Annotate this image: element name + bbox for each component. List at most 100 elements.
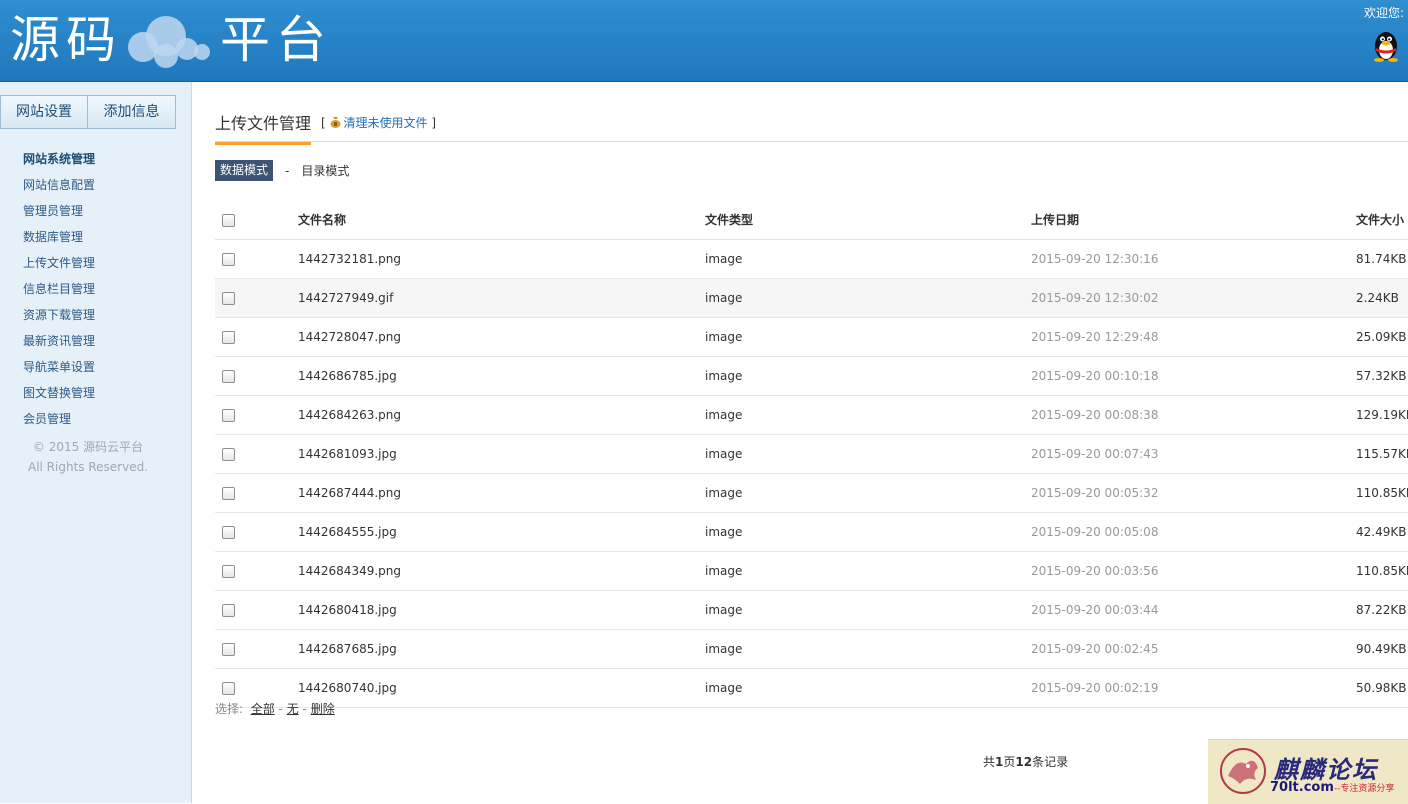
select-sep-1: - <box>278 702 283 716</box>
file-date: 2015-09-20 00:08:38 <box>1030 395 1355 435</box>
pager-page-unit: 页 <box>1003 755 1016 769</box>
sidebar-menu: 网站系统管理 网站信息配置 管理员管理 数据库管理 上传文件管理 信息栏目管理 … <box>23 146 95 432</box>
clean-unused-link[interactable]: 清理未使用文件 <box>344 116 428 130</box>
file-size: 81.74KB <box>1355 239 1408 279</box>
row-check-cell <box>215 395 297 435</box>
select-all-checkbox[interactable] <box>222 213 235 227</box>
file-type: image <box>704 473 1030 513</box>
pager-record-unit: 条记录 <box>1032 755 1069 769</box>
mode-directory-link[interactable]: 目录模式 <box>301 162 349 179</box>
row-check-cell <box>215 317 297 357</box>
table-row: 1442687444.png image 2015-09-20 00:05:32… <box>215 473 1408 513</box>
row-checkbox[interactable] <box>222 331 235 344</box>
title-bar: 上传文件管理 [ 清理未使用文件 ] <box>215 104 1408 145</box>
table-row: 1442680418.jpg image 2015-09-20 00:03:44… <box>215 590 1408 630</box>
header-cell-type: 文件类型 <box>704 200 1030 240</box>
row-checkbox[interactable] <box>222 643 235 656</box>
table-row: 1442727949.gif image 2015-09-20 12:30:02… <box>215 278 1408 318</box>
sidebar-item-uploads[interactable]: 上传文件管理 <box>23 250 95 276</box>
file-date: 2015-09-20 12:29:48 <box>1030 317 1355 357</box>
row-checkbox[interactable] <box>222 448 235 461</box>
table-header-row: 文件名称 文件类型 上传日期 文件大小 <box>215 200 1408 240</box>
qq-penguin-icon[interactable] <box>1370 28 1402 62</box>
sidebar-item-admins[interactable]: 管理员管理 <box>23 198 95 224</box>
row-checkbox[interactable] <box>222 487 235 500</box>
select-all-link[interactable]: 全部 <box>251 702 275 716</box>
sidebar-item-members[interactable]: 会员管理 <box>23 406 95 432</box>
row-checkbox[interactable] <box>222 370 235 383</box>
file-type: image <box>704 668 1030 708</box>
table-row: 1442686785.jpg image 2015-09-20 00:10:18… <box>215 356 1408 396</box>
money-bag-icon <box>330 117 340 128</box>
sidebar-item-site-config[interactable]: 网站信息配置 <box>23 172 95 198</box>
copyright: © 2015 源码云平台 All Rights Reserved. <box>0 437 176 477</box>
clean-unused-wrapper: [ 清理未使用文件 ] <box>321 116 437 130</box>
header-cell-date: 上传日期 <box>1030 200 1355 240</box>
logo-bubbles-icon <box>126 10 216 70</box>
sidebar-tabs: 网站设置 添加信息 <box>0 95 176 129</box>
copyright-line-2: All Rights Reserved. <box>27 460 149 474</box>
page-title: 上传文件管理 <box>215 110 312 145</box>
file-size: 2.24KB <box>1355 278 1408 318</box>
row-check-cell <box>215 278 297 318</box>
file-type: image <box>704 629 1030 669</box>
sidebar-item-categories[interactable]: 信息栏目管理 <box>23 276 95 302</box>
delete-link[interactable]: 删除 <box>311 702 335 716</box>
file-name: 1442680740.jpg <box>297 668 704 708</box>
watermark-domain: 70lt.com <box>1270 780 1334 795</box>
sidebar-item-replace[interactable]: 图文替换管理 <box>23 380 95 406</box>
table-row: 1442681093.jpg image 2015-09-20 00:07:43… <box>215 434 1408 474</box>
welcome-text: 欢迎您: <box>1363 6 1404 20</box>
file-name: 1442681093.jpg <box>297 434 704 474</box>
copyright-line-1: © 2015 源码云平台 <box>32 440 144 454</box>
files-table: 文件名称 文件类型 上传日期 文件大小 1442732181.png image… <box>215 200 1408 708</box>
row-checkbox[interactable] <box>222 682 235 695</box>
file-name: 1442684263.png <box>297 395 704 435</box>
table-row: 1442728047.png image 2015-09-20 12:29:48… <box>215 317 1408 357</box>
select-none-link[interactable]: 无 <box>287 702 299 716</box>
file-size: 25.09KB <box>1355 317 1408 357</box>
header-cell-size: 文件大小 <box>1355 200 1408 240</box>
sidebar-item-database[interactable]: 数据库管理 <box>23 224 95 250</box>
mode-data-button[interactable]: 数据模式 <box>215 160 274 181</box>
sidebar-item-downloads[interactable]: 资源下载管理 <box>23 302 95 328</box>
header-cell-name: 文件名称 <box>297 200 704 240</box>
site-logo[interactable]: 源码 平台 <box>10 4 332 76</box>
logo-text-left: 源码 <box>10 12 122 68</box>
file-name: 1442684349.png <box>297 551 704 591</box>
file-size: 87.22KB <box>1355 590 1408 630</box>
file-size: 115.57KB <box>1355 434 1408 474</box>
row-checkbox[interactable] <box>222 253 235 266</box>
row-check-cell <box>215 356 297 396</box>
file-date: 2015-09-20 00:07:43 <box>1030 434 1355 474</box>
row-checkbox[interactable] <box>222 292 235 305</box>
sidebar-item-nav-menu[interactable]: 导航菜单设置 <box>23 354 95 380</box>
tab-add-info[interactable]: 添加信息 <box>88 95 176 129</box>
file-size: 50.98KB <box>1355 668 1408 708</box>
file-size: 57.32KB <box>1355 356 1408 396</box>
tab-site-settings[interactable]: 网站设置 <box>0 95 88 129</box>
file-size: 42.49KB <box>1355 512 1408 552</box>
row-checkbox[interactable] <box>222 526 235 539</box>
header-cell-check <box>215 200 297 240</box>
file-size: 110.85KB <box>1355 551 1408 591</box>
file-name: 1442727949.gif <box>297 278 704 318</box>
row-checkbox[interactable] <box>222 565 235 578</box>
file-type: image <box>704 356 1030 396</box>
header: 源码 平台 欢迎您: <box>0 0 1408 82</box>
file-date: 2015-09-20 00:02:45 <box>1030 629 1355 669</box>
file-size: 90.49KB <box>1355 629 1408 669</box>
file-type: image <box>704 434 1030 474</box>
pager-prefix: 共 <box>983 755 996 769</box>
table-row: 1442684263.png image 2015-09-20 00:08:38… <box>215 395 1408 435</box>
file-name: 1442687685.jpg <box>297 629 704 669</box>
sidebar-item-news[interactable]: 最新资讯管理 <box>23 328 95 354</box>
select-sep-2: - <box>302 702 307 716</box>
file-date: 2015-09-20 00:03:44 <box>1030 590 1355 630</box>
row-checkbox[interactable] <box>222 409 235 422</box>
row-checkbox[interactable] <box>222 604 235 617</box>
watermark-site: 70lt.com--专注资源分享 <box>1270 780 1394 795</box>
table-row: 1442687685.jpg image 2015-09-20 00:02:45… <box>215 629 1408 669</box>
file-date: 2015-09-20 00:05:08 <box>1030 512 1355 552</box>
watermark-slogan: --专注资源分享 <box>1333 784 1395 794</box>
